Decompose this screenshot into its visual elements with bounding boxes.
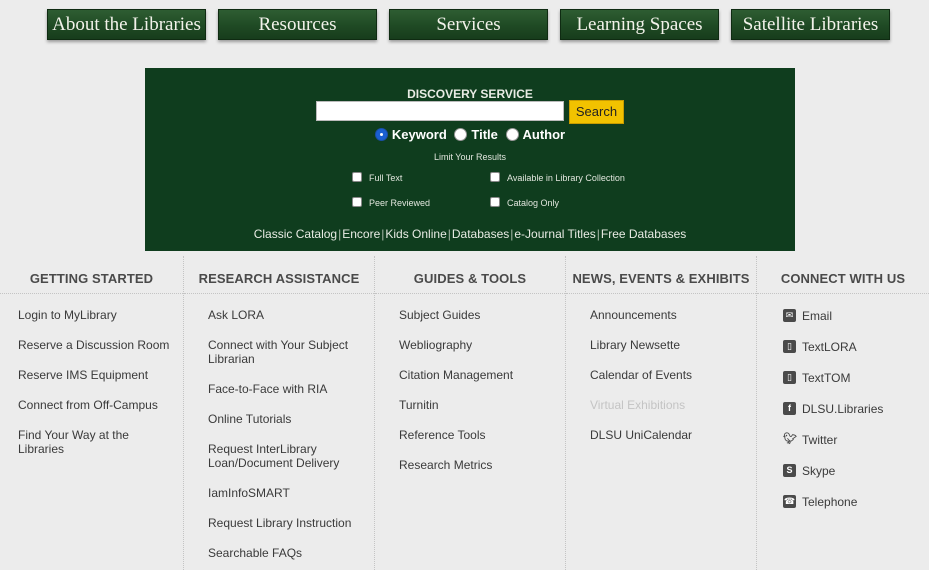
heading-getting-started: GETTING STARTED: [0, 256, 183, 294]
footer-columns: GETTING STARTED Login to MyLibrary Reser…: [0, 256, 929, 570]
radio-title[interactable]: Title: [454, 127, 498, 142]
column-research-assistance: RESEARCH ASSISTANCE Ask LORA Connect wit…: [184, 256, 375, 570]
checkbox-catalog-only-box[interactable]: [490, 197, 500, 207]
radio-keyword-button[interactable]: [374, 128, 388, 142]
link-searchable-faqs[interactable]: Searchable FAQs: [208, 546, 368, 560]
checkbox-full-text[interactable]: Full Text: [352, 172, 402, 183]
link-webliography[interactable]: Webliography: [399, 338, 559, 352]
link-subject-librarian[interactable]: Connect with Your Subject Librarian: [208, 338, 368, 366]
checkbox-available-box[interactable]: [490, 172, 500, 182]
heading-guides-tools: GUIDES & TOOLS: [375, 256, 565, 294]
mobile-icon: ▯: [783, 340, 796, 353]
checkbox-catalog-only[interactable]: Catalog Only: [490, 197, 559, 208]
radio-author-label: Author: [522, 127, 566, 143]
link-announcements[interactable]: Announcements: [590, 308, 750, 322]
discovery-search-input[interactable]: [316, 101, 564, 121]
link-classic-catalog[interactable]: Classic Catalog: [254, 227, 337, 241]
radio-author[interactable]: Author: [505, 127, 566, 143]
link-twitter[interactable]: Twitter: [802, 433, 837, 447]
link-citation-management[interactable]: Citation Management: [399, 368, 559, 382]
heading-connect: CONNECT WITH US: [757, 256, 929, 294]
link-skype[interactable]: Skype: [802, 464, 835, 478]
discovery-title: DISCOVERY SERVICE: [407, 87, 533, 101]
link-reserve-ims-equipment[interactable]: Reserve IMS Equipment: [18, 368, 178, 382]
column-news-events: NEWS, EVENTS & EXHIBITS Announcements Li…: [566, 256, 757, 570]
radio-title-button[interactable]: [454, 128, 468, 142]
checkbox-peer-reviewed-label: Peer Reviewed: [369, 198, 431, 208]
heading-news-events: NEWS, EVENTS & EXHIBITS: [566, 256, 756, 294]
link-calendar-of-events[interactable]: Calendar of Events: [590, 368, 750, 382]
link-reserve-discussion-room[interactable]: Reserve a Discussion Room: [18, 338, 178, 352]
limit-results-label: Limit Your Results: [433, 152, 507, 162]
link-subject-guides[interactable]: Subject Guides: [399, 308, 559, 322]
link-telephone[interactable]: Telephone: [802, 495, 857, 509]
link-request-library-instruction[interactable]: Request Library Instruction: [208, 516, 368, 530]
checkbox-available-label: Available in Library Collection: [507, 173, 625, 183]
radio-title-label: Title: [471, 127, 498, 143]
search-type-radios: Keyword Title Author: [145, 126, 795, 144]
link-virtual-exhibitions[interactable]: Virtual Exhibitions: [590, 398, 750, 412]
link-free-databases[interactable]: Free Databases: [601, 227, 686, 241]
nav-about-the-libraries[interactable]: About the Libraries: [47, 9, 206, 40]
mobile-icon: ▯: [783, 371, 796, 384]
top-navigation: About the Libraries Resources Services L…: [0, 0, 929, 50]
checkbox-peer-reviewed[interactable]: Peer Reviewed: [352, 197, 430, 208]
link-online-tutorials[interactable]: Online Tutorials: [208, 412, 368, 426]
nav-satellite-libraries[interactable]: Satellite Libraries: [731, 9, 890, 40]
link-request-interlibrary-loan[interactable]: Request InterLibrary Loan/Document Deliv…: [208, 442, 358, 470]
link-e-journal-titles[interactable]: e-Journal Titles: [514, 227, 595, 241]
checkbox-available-in-library[interactable]: Available in Library Collection: [490, 172, 625, 183]
discovery-service-panel: DISCOVERY SERVICE Search Keyword Title A…: [145, 68, 795, 251]
checkbox-peer-reviewed-box[interactable]: [352, 197, 362, 207]
link-ask-lora[interactable]: Ask LORA: [208, 308, 368, 322]
checkbox-full-text-box[interactable]: [352, 172, 362, 182]
link-library-newsette[interactable]: Library Newsette: [590, 338, 750, 352]
checkbox-catalog-only-label: Catalog Only: [507, 198, 560, 208]
link-reference-tools[interactable]: Reference Tools: [399, 428, 559, 442]
email-icon: ✉: [783, 309, 796, 322]
radio-author-button[interactable]: [505, 128, 519, 142]
checkbox-full-text-label: Full Text: [369, 173, 403, 183]
twitter-icon: 🐦︎: [783, 433, 797, 445]
column-connect: CONNECT WITH US ✉ Email ▯ TextLORA ▯ Tex…: [757, 256, 929, 570]
skype-icon: S: [783, 464, 796, 477]
radio-keyword[interactable]: Keyword: [374, 127, 447, 143]
link-dlsu-unicalendar[interactable]: DLSU UniCalendar: [590, 428, 750, 442]
link-email[interactable]: Email: [802, 309, 832, 323]
discovery-quick-links: Classic Catalog|Encore|Kids Online|Datab…: [253, 227, 687, 241]
link-dlsu-libraries[interactable]: DLSU.Libraries: [802, 402, 883, 416]
link-textlora[interactable]: TextLORA: [802, 340, 857, 354]
radio-keyword-label: Keyword: [391, 127, 447, 143]
link-research-metrics[interactable]: Research Metrics: [399, 458, 559, 472]
link-turnitin[interactable]: Turnitin: [399, 398, 559, 412]
link-iaminfosmart[interactable]: IamInfoSMART: [208, 486, 368, 500]
nav-resources[interactable]: Resources: [218, 9, 377, 40]
search-button[interactable]: Search: [569, 100, 624, 124]
nav-services[interactable]: Services: [389, 9, 548, 40]
link-find-your-way[interactable]: Find Your Way at the Libraries: [18, 428, 143, 456]
facebook-icon: f: [783, 402, 796, 415]
column-getting-started: GETTING STARTED Login to MyLibrary Reser…: [0, 256, 184, 570]
link-databases[interactable]: Databases: [452, 227, 509, 241]
link-encore[interactable]: Encore: [342, 227, 380, 241]
link-kids-online[interactable]: Kids Online: [385, 227, 446, 241]
nav-learning-spaces[interactable]: Learning Spaces: [560, 9, 719, 40]
link-texttom[interactable]: TextTOM: [802, 371, 850, 385]
link-face-to-face-ria[interactable]: Face-to-Face with RIA: [208, 382, 368, 396]
link-login-mylibrary[interactable]: Login to MyLibrary: [18, 308, 178, 322]
column-guides-tools: GUIDES & TOOLS Subject Guides Webliograp…: [375, 256, 566, 570]
heading-research-assistance: RESEARCH ASSISTANCE: [184, 256, 374, 294]
link-connect-off-campus[interactable]: Connect from Off-Campus: [18, 398, 178, 412]
telephone-icon: ☎: [783, 495, 796, 508]
